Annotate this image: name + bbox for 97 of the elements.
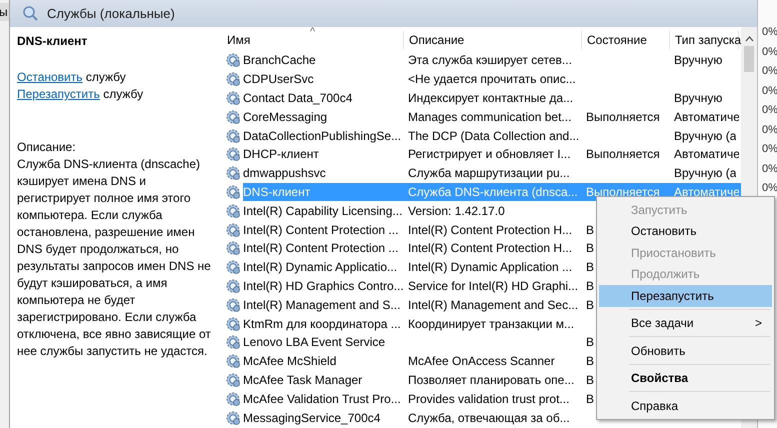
action-text: службу (102, 87, 144, 101)
gear-icon (225, 296, 241, 313)
gear-icon (225, 334, 241, 350)
table-cell-text: В (585, 222, 594, 239)
service-name[interactable]: DHCP-клиент (243, 145, 319, 164)
gear-icon (225, 165, 241, 182)
service-name[interactable]: CoreMessaging (243, 108, 328, 126)
table-cell-text: Выполняется (585, 108, 660, 126)
service-name[interactable]: Intel(R) Capability Licensing... (243, 202, 402, 220)
column-header[interactable]: Описание (404, 31, 582, 49)
service-name[interactable]: dmwappushsvc (243, 164, 326, 182)
table-cell-text: Эта служба кэширует сетев... (407, 52, 572, 70)
gear-icon (225, 278, 241, 294)
gear-icon (225, 316, 241, 332)
menu-item[interactable]: Свойства (599, 368, 772, 389)
menu-item[interactable]: Обновить (599, 340, 772, 362)
menu-item[interactable]: Остановить (599, 220, 772, 242)
gear-icon (225, 90, 241, 106)
service-name[interactable]: BranchCache (243, 51, 316, 70)
service-name[interactable]: Lenovo LBA Event Service (243, 333, 386, 352)
table-cell-text: Вручную (а (673, 165, 736, 182)
gear-icon (225, 128, 241, 144)
service-name[interactable]: McAfee Validation Trust Pro... (243, 390, 401, 408)
table-cell-text: В (585, 390, 594, 408)
table-cell-text: McAfee OnAccess Scanner (407, 353, 555, 370)
table-cell-text: Выполняется (585, 146, 660, 164)
service-name[interactable]: McAfee McShield (243, 352, 336, 370)
action-text: службу (84, 70, 126, 84)
menu-item[interactable]: Перезапустить (599, 285, 772, 306)
table-cell-text: Service for Intel(R) HD Graphi... (407, 278, 578, 295)
table-cell-text: Позволяет планировать опе... (407, 372, 574, 389)
table-cell-text: В (585, 240, 594, 258)
service-name[interactable]: Intel(R) Content Protection ... (243, 220, 398, 239)
gear-icon (225, 222, 241, 238)
gear-icon (225, 353, 241, 370)
table-cell-text: <Не удается прочитать опис... (407, 71, 576, 88)
table-cell-text: Служба маршрутизации pu... (407, 165, 570, 182)
table-cell-text: В (585, 353, 594, 370)
table-cell-text: В (585, 334, 594, 352)
service-name[interactable]: Intel(R) Content Protection ... (243, 239, 398, 258)
column-header[interactable]: Тип запуска (670, 31, 739, 49)
table-cell-text: Вручную (а (673, 128, 736, 145)
table-cell-text: В (585, 372, 594, 389)
table-cell-text: Координирует транзакции м... (407, 316, 574, 333)
column-header[interactable]: Имя (222, 31, 404, 49)
table-cell-text: Manages communication bet... (407, 108, 572, 126)
table-cell-text: Intel(R) Content Protection H... (407, 222, 572, 239)
column-header[interactable]: Состояние (582, 31, 670, 49)
table-cell-text: Вручную (673, 90, 722, 107)
service-name[interactable]: Intel(R) Management and S... (243, 296, 400, 314)
gear-icon (225, 184, 241, 200)
service-title: DNS-клиент (17, 33, 88, 50)
gear-icon (225, 259, 241, 276)
gear-icon (225, 240, 241, 256)
table-cell-text: Служба, отвечающая за об... (407, 410, 570, 427)
tree-item-fragment: ы (0, 3, 9, 21)
gear-icon (225, 146, 241, 162)
table-cell-text: В (585, 259, 594, 276)
gear-icon (225, 71, 241, 88)
description-text: Служба DNS-клиента (dnscache) кэширует имена DNS и регистрирует полное имя этого компьютера. Если служба остановлена, разрешение имен DNS будет продолжаться, но результаты запросов имен DNS не будут кэшироваться, а имя компьютера не будет зарегистрировано. Если служба отключена, все явно зависящие от нее службы запустить не удастся. (17, 156, 212, 360)
table-cell-text: Служба DNS-клиента (dnsca... (407, 184, 578, 201)
submenu-arrow: > (754, 315, 762, 332)
menu-item[interactable]: Справка (599, 395, 772, 416)
service-name[interactable]: KtmRm для координатора ... (243, 314, 401, 333)
table-cell-text: Intel(R) Dynamic Application ... (407, 259, 572, 276)
service-name[interactable]: CDPUserSvc (243, 70, 314, 88)
table-cell-text: Provides validation trust prot... (407, 390, 570, 408)
gear-icon (225, 390, 241, 407)
table-cell-text: Intel(R) Management and Sec... (407, 296, 578, 314)
service-name[interactable]: Intel(R) HD Graphics Contro... (243, 276, 404, 295)
table-cell-text: Intel(R) Content Protection H... (407, 240, 572, 258)
menu-item[interactable]: Все задачи > (599, 312, 772, 334)
service-name[interactable]: DataCollectionPublishingSe... (243, 126, 402, 145)
panel-title: Службы (локальные) (47, 4, 175, 23)
table-cell-text: В (585, 278, 594, 295)
gear-icon (225, 372, 241, 388)
gear-icon (225, 52, 241, 68)
gear-icon (225, 410, 241, 426)
table-cell-text: В (585, 296, 594, 314)
description-label: Описание: (17, 139, 77, 156)
table-cell-text: Индексирует контактные да... (407, 90, 574, 107)
table-cell-text: The DCP (Data Collection and... (407, 128, 580, 145)
service-name[interactable]: Contact Data_700c4 (243, 88, 352, 107)
search-icon (22, 5, 39, 22)
service-name[interactable]: Intel(R) Dynamic Applicatio... (243, 258, 398, 276)
action-link[interactable]: Перезапустить (17, 87, 100, 101)
gear-icon (225, 108, 241, 125)
service-name[interactable]: McAfee Task Manager (243, 370, 362, 389)
action-link[interactable]: Остановить (17, 70, 82, 84)
gear-icon (225, 202, 241, 219)
table-cell-text: Выполняется (585, 184, 660, 201)
table-cell-text: Version: 1.42.17.0 (407, 202, 505, 220)
table-cell-text: Регистрирует и обновляет I... (407, 146, 571, 164)
table-cell-text: Вручную (673, 52, 722, 70)
scroll-up-icon[interactable] (744, 36, 754, 42)
scrollbar-thumb[interactable] (744, 46, 754, 72)
service-name[interactable]: MessagingService_700c4 (243, 408, 380, 427)
